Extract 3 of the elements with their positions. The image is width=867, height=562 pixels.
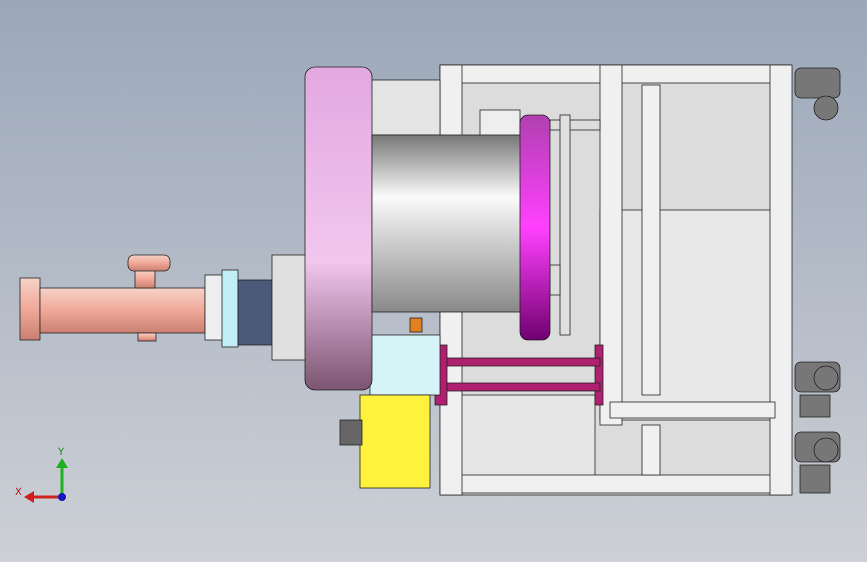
axis-triad-icon (24, 458, 68, 503)
axis-label: Y (58, 447, 64, 458)
axis-label: X (15, 487, 22, 498)
